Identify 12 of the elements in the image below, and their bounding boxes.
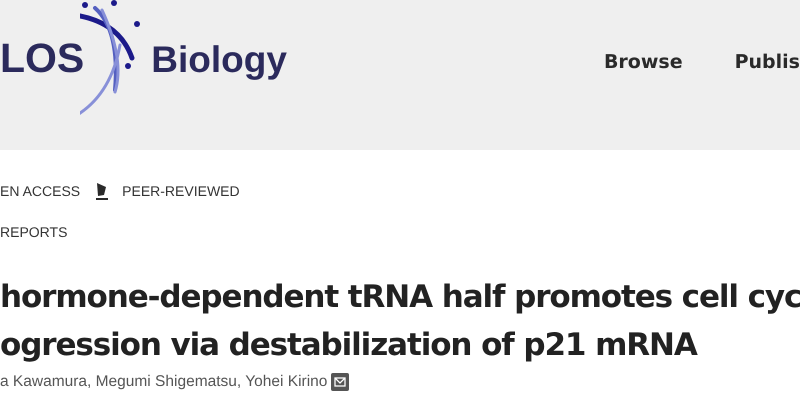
nav-link[interactable]: Browse (604, 51, 683, 150)
badge-label: EN ACCESS (0, 183, 80, 199)
article-title: ogression via destabilization of p21 mRNA (0, 326, 697, 365)
logo-text: Biology (151, 41, 287, 78)
article-type: REPORTS (0, 224, 68, 240)
badge-label: PEER-REVIEWED (122, 183, 240, 199)
article-title: hormone-dependent tRNA half promotes cell cyc (0, 278, 800, 317)
pen-nib-icon (94, 181, 110, 201)
author-list: a Kawamura, Megumi Shigematsu, Yohei Kirino (0, 373, 328, 391)
logo-text: LOS (0, 38, 84, 79)
nav-link[interactable]: Publis (734, 51, 800, 150)
mail-icon[interactable] (331, 373, 350, 391)
